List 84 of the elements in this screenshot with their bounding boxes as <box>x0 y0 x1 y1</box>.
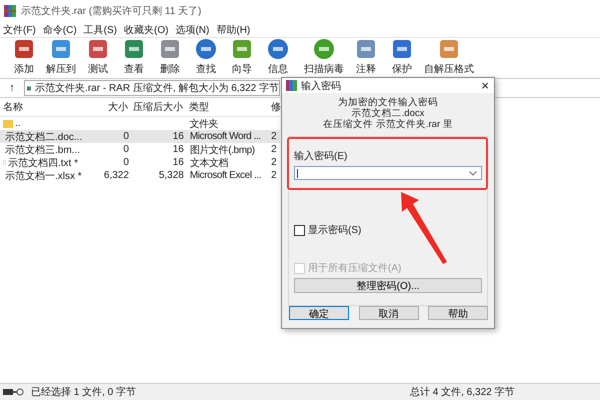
column-header[interactable]: 类型 <box>187 100 270 114</box>
toolbar-icon <box>159 38 181 60</box>
dialog-title: 输入密码 <box>301 80 342 92</box>
table-cell: 文件夹 <box>189 118 218 130</box>
table-cell: Microsoft Word ... <box>190 131 261 142</box>
toolbar-icon <box>87 38 109 60</box>
status-text: 总计 4 文件, 6,322 字节 <box>410 386 516 399</box>
toolbar-icon <box>391 38 413 60</box>
table-cell: 文本文档 <box>190 158 228 168</box>
dialog-message: 示范文档二.docx <box>352 108 424 119</box>
table-cell: 2 <box>271 157 277 168</box>
toolbar-button[interactable]: 删除 <box>152 38 188 76</box>
toolbar-icon <box>313 38 335 60</box>
table-cell: 2 <box>271 144 277 155</box>
toolbar-icon <box>438 38 460 60</box>
table-cell: 0 <box>123 157 129 168</box>
table-cell: 2 <box>271 131 277 142</box>
table-cell: 6,322 <box>104 170 129 181</box>
table-cell: 16 <box>172 144 184 155</box>
archive-icon <box>4 5 16 17</box>
window-title: 示范文件夹.rar (需购买许可只剩 11 天了) <box>21 4 202 18</box>
toolbar-icon <box>355 38 377 60</box>
dropdown-icon <box>469 170 477 176</box>
table-cell: 图片文件(.bmp) <box>190 144 255 156</box>
file-row[interactable]: 示范文档二.doc... 0 16 Microsoft Word ... 2 <box>0 130 280 143</box>
file-row[interactable]: 示范文档四.txt * 0 16 文本文档 2 <box>0 156 280 169</box>
table-cell-text: 示范文档一.xlsx * <box>5 170 82 182</box>
toolbar-icon <box>123 38 145 60</box>
table-cell: 0 <box>123 131 129 142</box>
dialog-message: 为加密的文件输入密码 <box>338 97 438 108</box>
toolbar-icon <box>231 38 253 60</box>
folder-icon <box>3 118 13 129</box>
column-header[interactable]: 修 <box>270 100 280 114</box>
column-header[interactable]: 名称 <box>0 100 77 114</box>
menu-item[interactable]: 帮助(H) <box>216 22 250 36</box>
menu-item[interactable]: 收藏夹(O) <box>124 22 168 36</box>
dialog-button[interactable]: 取消 <box>358 306 418 320</box>
table-cell: .. <box>15 118 21 129</box>
table-cell-text: 示范文档四.txt * <box>8 156 78 170</box>
dialog-message: 在压缩文件 示范文件夹.rar 里 <box>323 119 453 130</box>
table-cell: Microsoft Excel ... <box>190 170 262 181</box>
toolbar-button[interactable]: 保护 <box>384 38 420 76</box>
toolbar-button[interactable]: 查找 <box>188 38 224 76</box>
toolbar-button[interactable]: 测试 <box>80 38 116 76</box>
toolbar-icon <box>50 38 72 60</box>
toolbar-button[interactable]: 添加 <box>6 38 42 76</box>
table-cell: 2 <box>271 170 277 181</box>
toolbar-button[interactable]: 查看 <box>116 38 152 76</box>
password-field[interactable] <box>294 166 482 180</box>
toolbar-button[interactable]: 向导 <box>224 38 260 76</box>
toolbar-icon <box>267 38 289 60</box>
dialog-button[interactable]: 帮助 <box>428 306 488 320</box>
toolbar-button[interactable]: 自解压格式 <box>420 38 478 76</box>
key-icon <box>3 388 25 396</box>
table-cell: 5,328 <box>158 170 184 181</box>
column-header[interactable]: 压缩后大小 <box>130 100 188 114</box>
archive-icon <box>286 80 297 91</box>
menu-item[interactable]: 命令(C) <box>42 22 77 36</box>
toolbar-button[interactable]: 解压到 <box>42 38 80 76</box>
status-text: 已经选择 1 文件, 0 字节 <box>31 386 138 399</box>
password-label: 输入密码(E) <box>294 150 348 163</box>
organize-passwords-button[interactable]: 整理密码(O)... <box>294 278 482 293</box>
menu-item[interactable]: 选项(N) <box>175 22 210 36</box>
table-cell: 16 <box>172 157 184 168</box>
table-cell-text: 示范文档三.bm... <box>5 144 80 156</box>
dialog-button[interactable]: 确定 <box>289 306 349 320</box>
file-row[interactable]: .. 文件夹 <box>0 117 280 130</box>
toolbar-button[interactable]: 注释 <box>348 38 384 76</box>
file-row[interactable]: 示范文档一.xlsx * 6,322 5,328 Microsoft Excel ... 2 <box>0 169 280 182</box>
menu-item[interactable]: 工具(S) <box>84 22 118 36</box>
toolbar-icon <box>13 38 35 60</box>
checkbox-option[interactable]: 显示密码(S) <box>294 223 482 237</box>
address-field[interactable]: 示范文件夹.rar - RAR 压缩文件, 解包大小为 6,322 字节 <box>24 80 280 96</box>
file-row[interactable]: 示范文档三.bm... 0 16 图片文件(.bmp) 2 <box>0 143 280 156</box>
menu-item[interactable]: 文件(F) <box>3 22 36 36</box>
table-cell: 0 <box>123 144 129 155</box>
toolbar-button[interactable]: 扫描病毒 <box>300 38 348 76</box>
up-button[interactable]: ↑ <box>0 82 24 94</box>
toolbar-button[interactable]: 信息 <box>260 38 296 76</box>
table-cell: 16 <box>172 131 184 142</box>
toolbar-icon <box>195 38 217 60</box>
close-button[interactable]: × <box>481 78 494 93</box>
column-header[interactable]: 大小 <box>76 100 130 114</box>
table-cell-text: 示范文档二.doc... <box>5 130 82 144</box>
